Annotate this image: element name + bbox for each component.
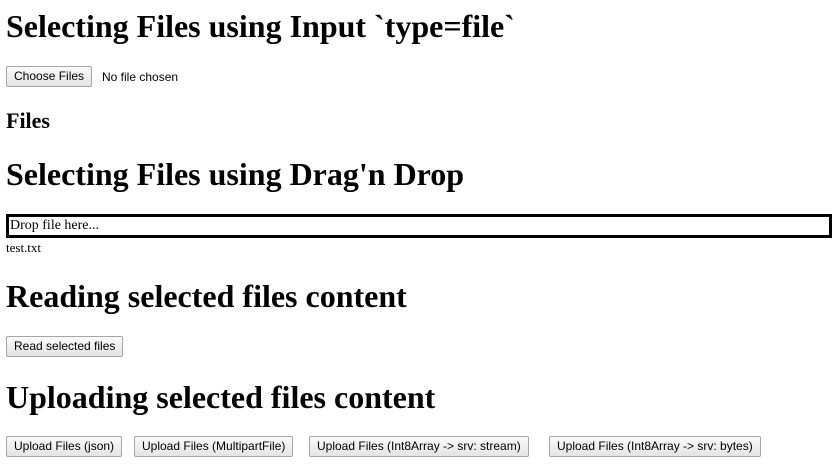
input-section-heading: Selecting Files using Input `type=file` [6,8,515,44]
upload-section-heading: Uploading selected files content [6,379,436,415]
dropzone-label: Drop file here... [10,218,100,233]
file-chosen-status: No file chosen [102,70,179,84]
drag-drop-section-heading: Selecting Files using Drag'n Drop [6,156,465,192]
upload-int8array-stream-button[interactable]: Upload Files (Int8Array -> srv: stream) [309,436,529,457]
file-dropzone[interactable]: Drop file here... [6,214,832,238]
upload-int8array-bytes-button[interactable]: Upload Files (Int8Array -> srv: bytes) [549,436,761,457]
upload-multipart-button[interactable]: Upload Files (MultipartFile) [134,436,294,457]
choose-files-button[interactable]: Choose Files [6,66,93,87]
read-selected-files-button[interactable]: Read selected files [6,336,124,357]
read-section-heading: Reading selected files content [6,278,407,314]
dropped-file-item: test.txt [6,240,42,255]
upload-json-button[interactable]: Upload Files (json) [6,436,123,457]
files-subheading: Files [6,108,50,133]
